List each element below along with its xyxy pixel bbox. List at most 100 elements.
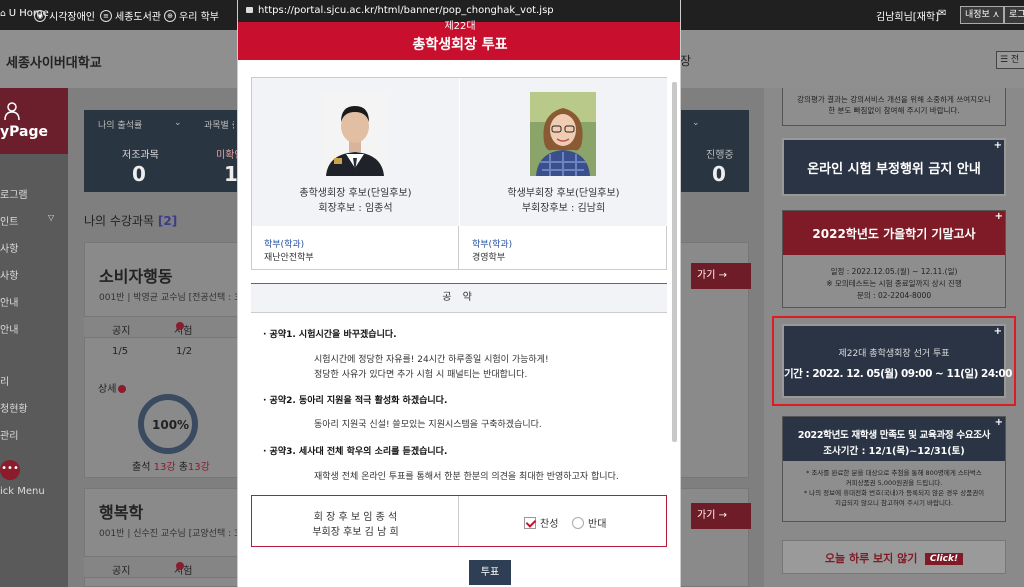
popup-title-small: 제22대 <box>444 21 476 32</box>
notice-column: 공지 <box>112 326 131 337</box>
new-badge-icon-2 <box>176 562 184 570</box>
chevron-down-icon-2[interactable]: ⌄ <box>692 118 700 128</box>
courses-count: [2] <box>157 214 178 228</box>
building-icon: ⊕ <box>164 9 176 22</box>
user-name: 김남희님[재학] <box>876 12 940 23</box>
popup-title-bar: 제22대 총학생회장 투표 <box>238 21 680 60</box>
president-role: 총학생회장 후보(단일후보) <box>299 188 412 199</box>
candidate-vice-president: 학생부회장 후보(단일후보) 부회장후보 : 김남희 학부(학과) 경영학부 <box>460 78 667 269</box>
pledge-heading: 공 약 <box>251 283 667 313</box>
my-info-button[interactable]: 내정보 ⋏ <box>960 6 1005 24</box>
click-badge: Click! <box>924 553 964 565</box>
progress-value: 100% <box>152 418 190 432</box>
pledge-3-line-1: 재학생 전체 온라인 투표를 통해서 한분 한분의 의견을 최대한 반영하고자 … <box>314 472 619 481</box>
detail-label[interactable]: 상세 <box>98 380 127 395</box>
candidates-panel: 총학생회장 후보(단일후보) 회장후보 : 임종석 학부(학과) 재난안전학부 <box>251 77 667 270</box>
notice-count[interactable]: 1/5 <box>112 346 128 357</box>
candidate-president: 총학생회장 후보(단일후보) 회장후보 : 임종석 학부(학과) 재난안전학부 <box>252 78 459 269</box>
sidebar-item-admin[interactable]: 관리 <box>0 427 18 442</box>
course-info: 001반 | 박영균 교수님 [전공선택 : 3 <box>99 293 240 303</box>
course-go-button-2[interactable]: 가기 → <box>691 503 751 529</box>
in-progress-count: 0 <box>712 162 726 186</box>
sidebar-item-guide-1[interactable]: 안내 <box>0 294 18 309</box>
eye-icon: ◉ <box>34 9 46 22</box>
plus-icon-3: + <box>993 326 1002 337</box>
attendance-summary-line: 출석 13강 총13강 <box>132 462 210 473</box>
president-dept-label: 학부(학과) <box>264 240 305 250</box>
pledge-2-line-1: 동아리 지원국 신설! 쓸모있는 지원시스템을 구축하겠습니다. <box>314 420 542 430</box>
plus-icon-2: + <box>994 211 1003 222</box>
sidebar-item-notice-1[interactable]: 사항 <box>0 240 18 255</box>
visually-impaired-link[interactable]: ◉ 시각장애인 <box>34 8 95 23</box>
unchecked-count: 1 <box>224 162 238 186</box>
pledge-1-line-1: 시험시간에 정당한 자유를! 24시간 하루종일 시험이 가능하게! <box>314 355 549 365</box>
agree-option[interactable]: 찬성 <box>524 515 558 530</box>
final-exam-banner[interactable]: + 2022학년도 가을학기 기말고사 일정 : 2022.12.05.(월) … <box>782 210 1006 308</box>
ticket-president: 회 장 후 보 임 종 석 <box>313 512 398 523</box>
attendance-rate-tab[interactable]: 나의 출석률 <box>98 118 142 131</box>
book-icon: ≡ <box>100 9 112 22</box>
oppose-radio[interactable] <box>572 516 584 529</box>
courses-heading: 나의 수강과목 [2] <box>84 214 178 228</box>
course-go-button[interactable]: 가기 → <box>691 263 751 289</box>
home-icon: ⌂ <box>0 8 6 19</box>
vice-president-name: 부회장후보 : 김남희 <box>521 203 606 214</box>
vote-popup-window: https://portal.sjcu.ac.kr/html/banner/po… <box>237 0 681 587</box>
mypage-panel[interactable]: yPage <box>0 88 68 154</box>
low-course-label: 저조과목 <box>122 150 159 161</box>
president-dept: 재난안전학부 <box>264 253 314 263</box>
low-course-count: 0 <box>132 162 146 186</box>
vice-president-dept-label: 학부(학과) <box>472 240 513 250</box>
sidebar-item-point[interactable]: 인트 ▽ <box>0 213 54 228</box>
popup-scrollbar[interactable] <box>672 82 677 442</box>
dont-show-today-button[interactable]: 오늘 하루 보지 않기 Click! <box>782 540 1006 574</box>
triangle-down-icon: ▽ <box>48 213 55 222</box>
quick-menu-icon[interactable]: ••• <box>0 460 20 480</box>
vote-form: 회 장 후 보 임 종 석 부회장 후보 김 남 희 찬성 반대 <box>251 495 667 547</box>
exam-cheating-banner[interactable]: + 온라인 시험 부정행위 금지 안내 <box>782 138 1006 196</box>
site-logo[interactable]: 세종사이버대학교 <box>6 52 102 71</box>
agree-checkbox[interactable] <box>524 516 536 529</box>
all-menu-button[interactable]: ☰ 전 <box>996 51 1024 69</box>
satisfaction-survey-banner[interactable]: + 2022학년도 재학생 만족도 및 교육과정 수요조사 조사기간 : 12/… <box>782 416 1006 522</box>
sidebar-item-notice-2[interactable]: 사항 <box>0 267 18 282</box>
sidebar-item-guide-2[interactable]: 안내 <box>0 321 18 336</box>
pledge-2-title: · 공약2. 동아리 지원을 적극 활성화 하겠습니다. <box>263 396 448 406</box>
course-attendance-tab[interactable]: 과목별 출 <box>204 118 234 131</box>
header-text-fragment: 장 <box>680 54 692 68</box>
quick-menu-label[interactable]: ick Menu <box>0 486 45 497</box>
ticket-vice-president: 부회장 후보 김 남 희 <box>312 527 399 538</box>
vice-president-dept: 경영학부 <box>472 253 506 263</box>
department-link[interactable]: ⊕ 우리 학부 <box>164 8 219 23</box>
exam-count[interactable]: 1/2 <box>176 346 192 357</box>
popup-title: 총학생회장 투표 <box>412 37 508 53</box>
pledge-3-title: · 공약3. 세사대 전체 학우의 소리를 듣겠습니다. <box>263 447 448 457</box>
logout-button[interactable]: 로그 <box>1004 6 1024 24</box>
president-name: 회장후보 : 임종석 <box>318 203 393 214</box>
in-progress-label: 진행중 <box>706 150 734 161</box>
info-icon <box>118 385 127 393</box>
sidebar-item-application-status[interactable]: 청현황 <box>0 400 28 415</box>
plus-icon: + <box>993 140 1002 151</box>
banner-column: 강의평가 결과는 강의서비스 개선을 위해 소중하게 쓰여지오니 한 분도 빠짐… <box>764 88 1024 587</box>
lecture-evaluation-banner[interactable]: 강의평가 결과는 강의서비스 개선을 위해 소중하게 쓰여지오니 한 분도 빠짐… <box>782 88 1006 126</box>
sidebar-item-manage[interactable]: 리 <box>0 373 9 388</box>
notice-column-2: 공지 <box>112 566 131 577</box>
president-photo <box>322 92 388 176</box>
library-link[interactable]: ≡ 세종도서관 <box>100 8 161 23</box>
vice-president-photo <box>530 92 596 176</box>
vote-button[interactable]: 투표 <box>469 560 511 585</box>
student-council-election-banner[interactable]: + 제22대 총학생회장 선거 투표 기간 : 2022. 12. 05(월) … <box>782 324 1012 398</box>
course-title[interactable]: 소비자행동 <box>99 263 173 287</box>
mail-icon[interactable]: ✉ <box>934 6 950 24</box>
chevron-down-icon[interactable]: ⌄ <box>174 118 182 128</box>
ticket-names: 회 장 후 보 임 종 석 부회장 후보 김 남 희 <box>252 496 459 546</box>
pledge-list[interactable]: · 공약1. 시험시간을 바꾸겠습니다. 시험시간에 정당한 자유를! 24시간… <box>251 313 667 481</box>
course-title-2[interactable]: 행복학 <box>99 499 143 523</box>
new-badge-icon <box>176 322 184 330</box>
mypage-label: yPage <box>0 124 48 140</box>
person-icon <box>4 102 20 120</box>
vice-president-role: 학생부회장 후보(단일후보) <box>507 188 620 199</box>
oppose-option[interactable]: 반대 <box>572 515 606 530</box>
sidebar-item-program[interactable]: 로그램 <box>0 186 28 201</box>
